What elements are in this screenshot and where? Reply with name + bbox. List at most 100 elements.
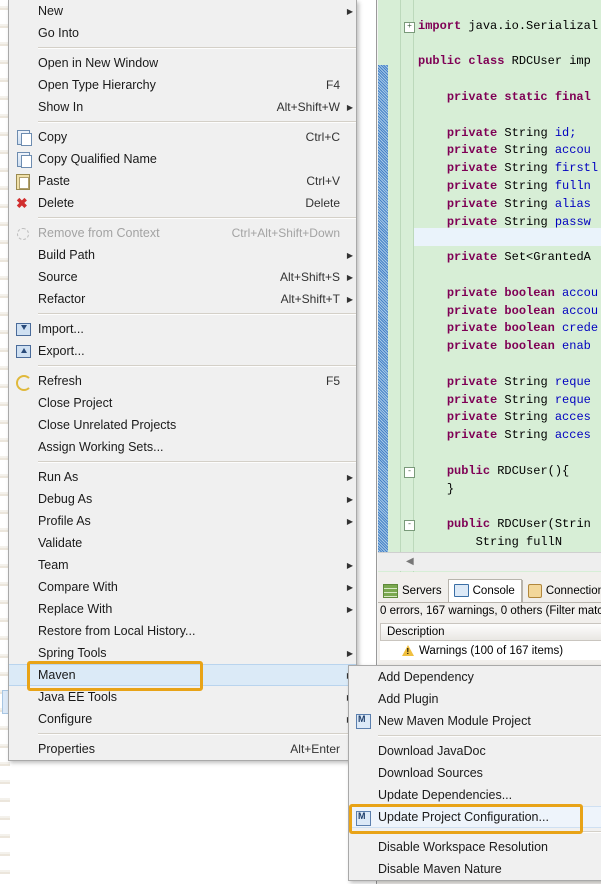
export-icon	[14, 343, 31, 359]
maven-update-icon	[354, 810, 371, 826]
code-line: private String accou	[446, 143, 591, 158]
paste-icon-glyph	[16, 174, 30, 190]
code-line: public RDCUser(){	[446, 463, 570, 478]
menu-item-shortcut: Delete	[305, 196, 340, 210]
menu-item-configure[interactable]: Configure▶	[9, 708, 356, 730]
context-menu[interactable]: New ▶ Go Into Open in New Window Open Type H…	[8, 0, 357, 761]
refresh-icon-glyph	[16, 375, 32, 391]
menu-item-show-in[interactable]: Show In Alt+Shift+W ▶	[9, 96, 356, 118]
menu-item-spring-tools[interactable]: Spring Tools ▶	[9, 642, 356, 664]
menu-item-label: Close Project	[38, 396, 113, 410]
menu-item-update-project-configuration[interactable]: Update Project Configuration...	[349, 806, 601, 828]
menu-item-label: Profile As	[38, 514, 91, 528]
menu-item-label: Replace With	[38, 602, 113, 616]
menu-item-remove-from-context[interactable]: Remove from Context Ctrl+Alt+Shift+Down	[9, 222, 356, 244]
fold-collapse-icon[interactable]: -	[404, 466, 415, 478]
menu-item-label: Show In	[38, 100, 84, 114]
menu-item-label: Java EE Tools	[38, 690, 117, 704]
menu-item-close-project[interactable]: Close Project	[9, 392, 356, 414]
menu-item-paste[interactable]: Paste Ctrl+V	[9, 170, 356, 192]
menu-item-download-javadoc[interactable]: Download JavaDoc	[349, 740, 601, 762]
fold-expand-icon[interactable]: +	[404, 21, 415, 33]
remove-context-icon-glyph	[17, 228, 29, 240]
menu-item-copy[interactable]: Copy Ctrl+C	[9, 126, 356, 148]
menu-item-label: Disable Maven Nature	[378, 862, 502, 876]
problems-column-header[interactable]: Description	[380, 623, 601, 641]
menu-item-profile-as[interactable]: Profile As ▶	[9, 510, 356, 532]
submenu-arrow-icon: ▶	[346, 516, 354, 526]
menu-item-open-type-hierarchy[interactable]: Open Type Hierarchy F4	[9, 74, 356, 96]
editor-horizontal-scrollbar[interactable]: ◀	[378, 552, 601, 571]
problems-tree-row[interactable]: Warnings (100 of 167 items)	[380, 641, 601, 660]
menu-item-label: Validate	[38, 536, 83, 550]
menu-item-import[interactable]: Import...	[9, 318, 356, 340]
tab-connections[interactable]: Connections	[521, 580, 601, 602]
menu-item-build-path[interactable]: Build Path ▶	[9, 244, 356, 266]
menu-item-java-ee-tools[interactable]: Java EE Tools▶	[9, 686, 356, 708]
menu-item-validate[interactable]: Validate	[9, 532, 356, 554]
code-line: private String acces	[446, 428, 591, 443]
code-line: private String passw	[446, 214, 591, 229]
menu-item-shortcut: Ctrl+C	[305, 130, 340, 144]
menu-item-new[interactable]: New ▶	[9, 0, 356, 22]
menu-item-label: Build Path	[38, 248, 95, 262]
menu-item-add-plugin[interactable]: Add Plugin	[349, 688, 601, 710]
menu-separator	[38, 365, 356, 367]
copy-qualified-icon	[14, 151, 32, 168]
menu-item-properties[interactable]: Properties Alt+Enter	[9, 738, 356, 760]
menu-separator	[38, 217, 356, 219]
menu-item-new-maven-module-project[interactable]: New Maven Module Project	[349, 710, 601, 732]
menu-item-assign-working-sets[interactable]: Assign Working Sets...	[9, 436, 356, 458]
menu-item-add-dependency[interactable]: Add Dependency	[349, 666, 601, 688]
menu-item-delete[interactable]: ✖ Delete Delete	[9, 192, 356, 214]
menu-item-label: Team	[38, 558, 69, 572]
menu-item-run-as[interactable]: Run As ▶	[9, 466, 356, 488]
menu-item-shortcut: Ctrl+Alt+Shift+Down	[231, 226, 340, 240]
code-editor[interactable]: import java.io.Serializal public class RD…	[378, 0, 601, 572]
remove-context-icon	[14, 225, 30, 241]
submenu-arrow-icon: ▶	[346, 494, 354, 504]
maven-submenu[interactable]: Add Dependency Add Plugin New Maven Module…	[348, 665, 601, 881]
menu-item-team[interactable]: Team ▶	[9, 554, 356, 576]
submenu-arrow-icon: ▶	[346, 472, 354, 482]
editor-source-text[interactable]: import java.io.Serializal public class RD…	[418, 0, 601, 572]
servers-icon	[383, 583, 398, 598]
menu-item-compare-with[interactable]: Compare With ▶	[9, 576, 356, 598]
menu-item-update-dependencies[interactable]: Update Dependencies...	[349, 784, 601, 806]
menu-item-maven[interactable]: Maven▶	[9, 664, 356, 686]
menu-item-close-unrelated-projects[interactable]: Close Unrelated Projects	[9, 414, 356, 436]
menu-item-source[interactable]: Source Alt+Shift+S ▶	[9, 266, 356, 288]
import-icon	[14, 321, 31, 337]
menu-item-open-in-new-window[interactable]: Open in New Window	[9, 52, 356, 74]
delete-icon-glyph: ✖	[16, 195, 28, 211]
view-tab-bar[interactable]: Servers Console Connections	[378, 579, 601, 602]
menu-item-refactor[interactable]: Refactor Alt+Shift+T ▶	[9, 288, 356, 310]
scroll-left-icon[interactable]: ◀	[406, 556, 414, 567]
menu-item-go-into[interactable]: Go Into	[9, 22, 356, 44]
menu-item-copy-qualified-name[interactable]: Copy Qualified Name	[9, 148, 356, 170]
menu-item-download-sources[interactable]: Download Sources	[349, 762, 601, 784]
menu-item-debug-as[interactable]: Debug As ▶	[9, 488, 356, 510]
fold-collapse-icon[interactable]: -	[404, 520, 415, 532]
menu-item-replace-with[interactable]: Replace With ▶	[9, 598, 356, 620]
menu-item-label: Add Dependency	[378, 670, 474, 684]
menu-item-export[interactable]: Export...	[9, 340, 356, 362]
editor-change-marker-stripe	[378, 65, 388, 555]
editor-folding-ruler[interactable]	[401, 0, 414, 572]
tab-console[interactable]: Console	[447, 579, 522, 602]
menu-item-restore-from-local-history[interactable]: Restore from Local History...	[9, 620, 356, 642]
menu-item-refresh[interactable]: Refresh F5	[9, 370, 356, 392]
code-line: private String acces	[446, 410, 591, 425]
menu-item-disable-maven-nature[interactable]: Disable Maven Nature	[349, 858, 601, 880]
code-line: private String reque	[446, 374, 591, 389]
editor-annotation-ruler[interactable]	[378, 0, 401, 572]
tab-servers[interactable]: Servers	[378, 580, 448, 602]
menu-item-shortcut: Alt+Shift+W	[276, 100, 340, 114]
export-icon-glyph	[16, 345, 31, 358]
submenu-arrow-icon: ▶	[346, 648, 354, 658]
code-line: private String firstl	[446, 161, 599, 176]
code-line: private String fulln	[446, 178, 591, 193]
menu-item-shortcut: Alt+Shift+T	[280, 292, 340, 306]
menu-item-disable-workspace-resolution[interactable]: Disable Workspace Resolution	[349, 836, 601, 858]
